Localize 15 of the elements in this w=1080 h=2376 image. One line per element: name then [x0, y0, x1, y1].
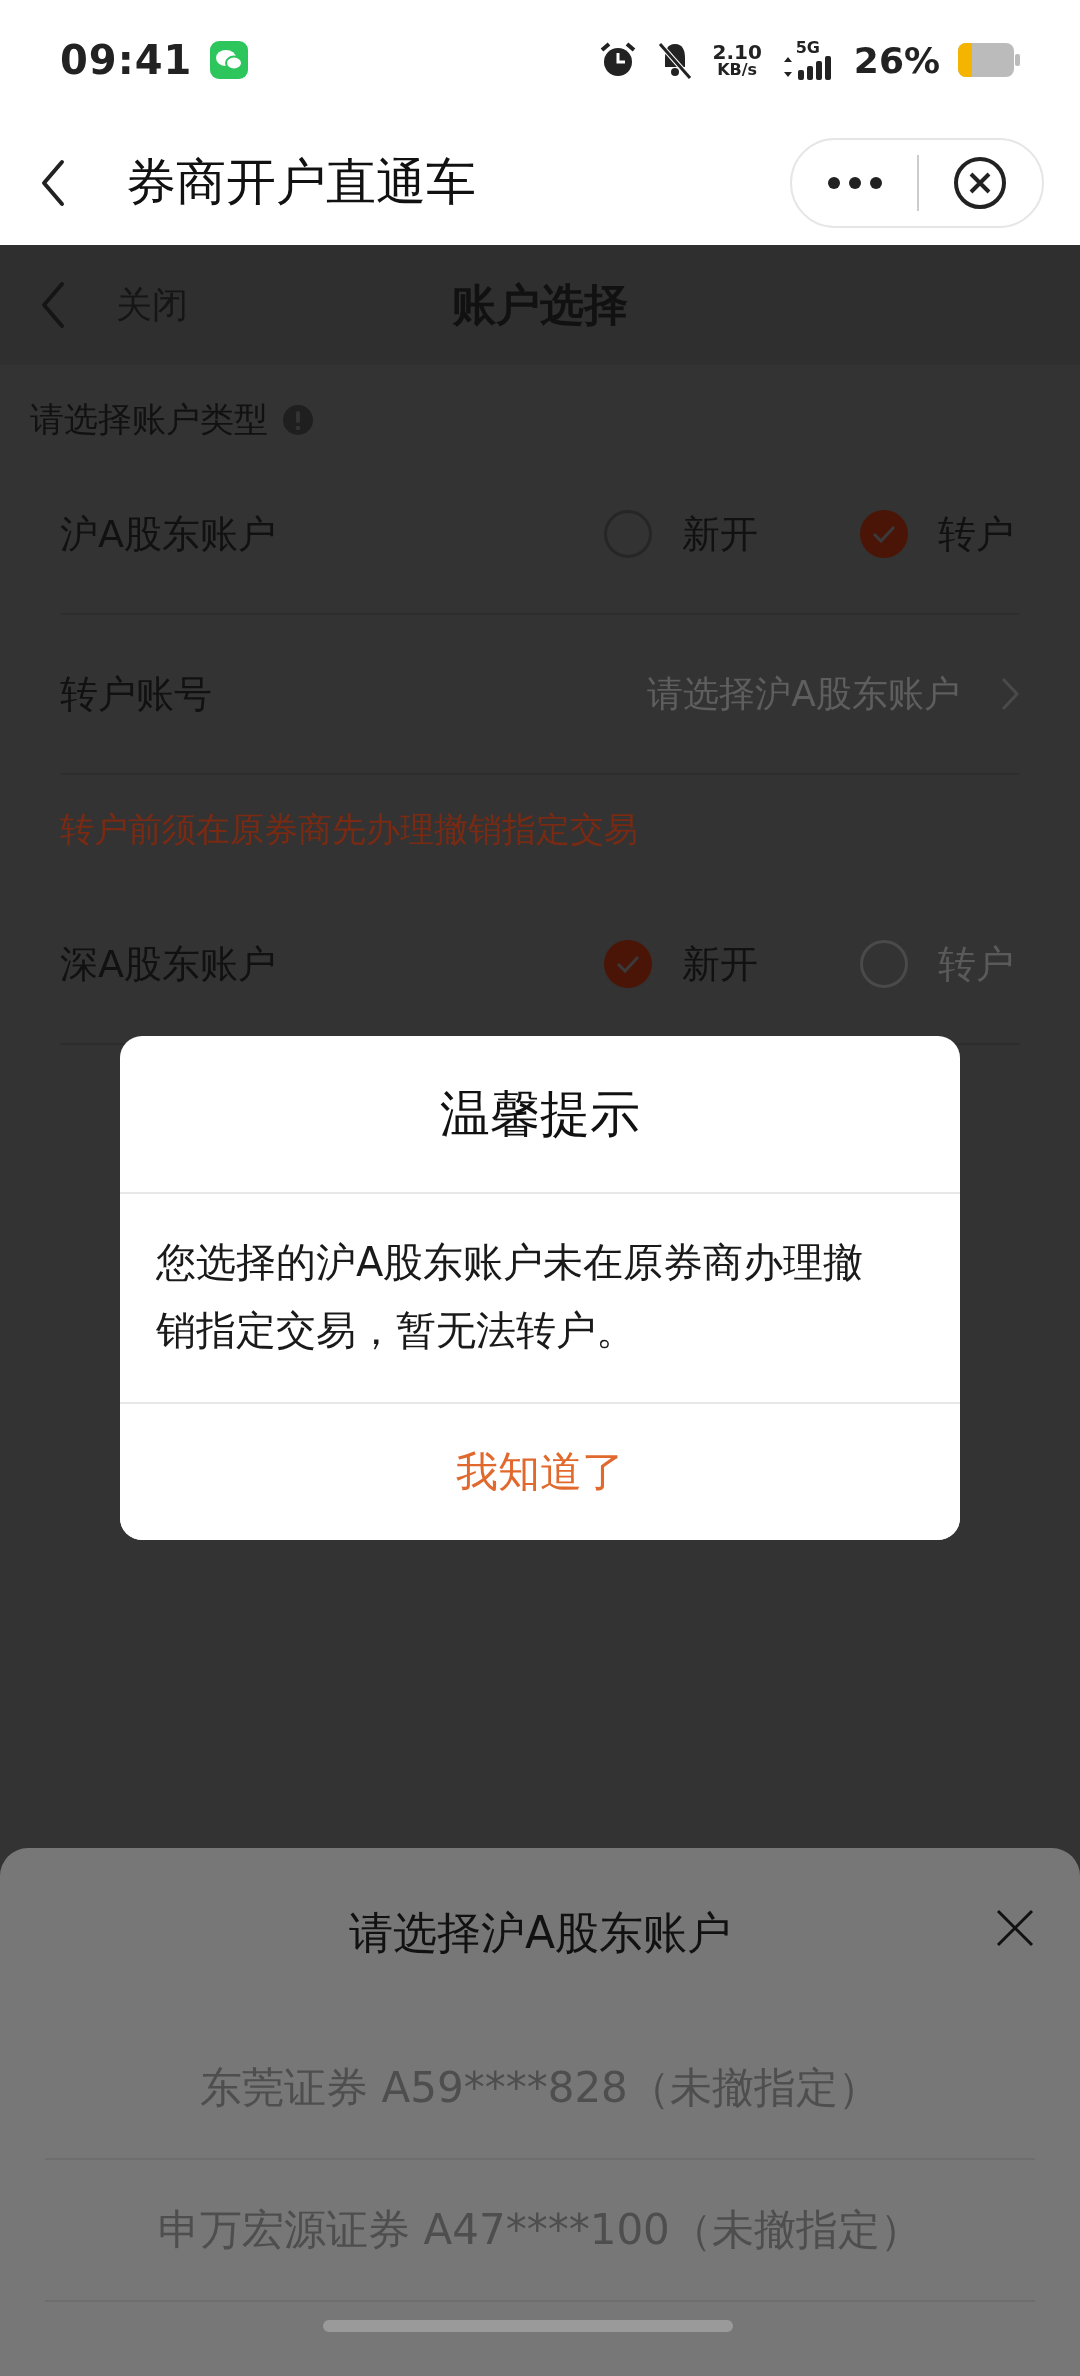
chevron-right-icon	[1000, 676, 1020, 712]
network-speed: 2.10	[712, 42, 762, 62]
speed-unit: KB/s	[717, 62, 758, 78]
chat-app-icon	[210, 41, 249, 79]
battery-percent: 26%	[853, 39, 940, 81]
sheet-title: 请选择沪A股东账户	[348, 1905, 732, 1960]
more-button[interactable]	[827, 175, 883, 190]
battery-icon	[958, 43, 1020, 77]
nav-title: 券商开户直通车	[126, 152, 477, 213]
warning-text: 转户前须在原券商先办理撤销指定交易	[60, 808, 638, 851]
clock: 09:41	[60, 37, 193, 83]
back-button[interactable]	[40, 158, 66, 207]
dialog-title: 温馨提示	[120, 1036, 960, 1194]
network-type: 5G	[795, 40, 820, 56]
close-button[interactable]	[953, 155, 1007, 210]
